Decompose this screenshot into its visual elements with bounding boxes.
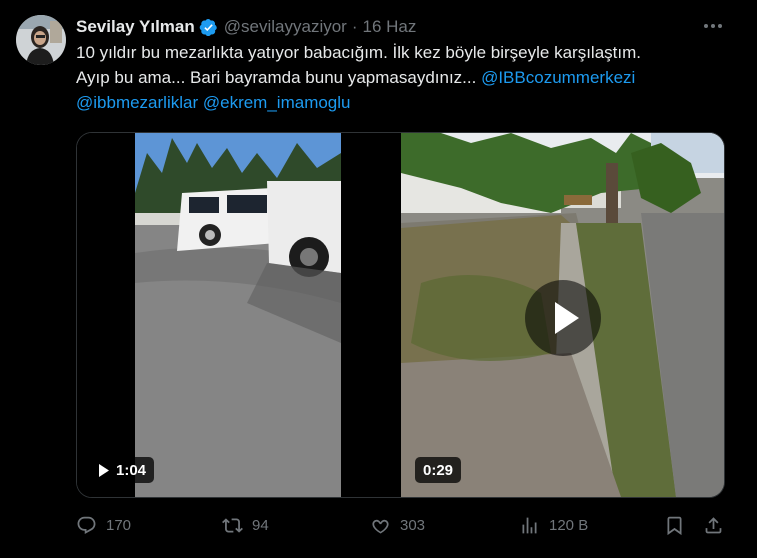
views-count: 120 B <box>549 516 589 534</box>
heart-icon <box>372 519 389 534</box>
mention-link[interactable]: @ekrem_imamoglu <box>203 93 351 112</box>
share-button[interactable] <box>703 510 724 540</box>
repost-button[interactable]: 94 <box>222 510 269 540</box>
video-2-duration[interactable]: 0:29 <box>415 457 462 483</box>
bookmark-button[interactable] <box>664 510 685 540</box>
reply-count: 170 <box>106 516 132 534</box>
avatar[interactable] <box>16 15 66 65</box>
like-button[interactable]: 303 <box>370 510 425 540</box>
video-player-1[interactable]: 1:04 <box>77 133 399 497</box>
tweet-text-fragment: Ayıp bu ama... Bari bayramda bunu yapmas… <box>76 68 482 87</box>
tweet[interactable]: Sevilay Yılman @sevilayyaziyor · 16 Haz … <box>0 0 757 558</box>
duration-label: 0:29 <box>423 461 454 479</box>
share-icon <box>705 516 722 533</box>
video-1-frame <box>77 133 399 497</box>
author-handle[interactable]: @sevilayyaziyor <box>224 17 347 37</box>
tweet-actions: 170 94 303 120 B <box>76 510 736 540</box>
reply-button[interactable]: 170 <box>76 510 131 540</box>
author-name[interactable]: Sevilay Yılman <box>76 17 195 37</box>
reply-icon <box>77 516 96 534</box>
tweet-header: Sevilay Yılman @sevilayyaziyor · 16 Haz <box>76 16 416 38</box>
tweet-text: 10 yıldır bu mezarlıkta yatıyor babacığı… <box>76 40 736 115</box>
tweet-date[interactable]: 16 Haz <box>363 17 417 37</box>
like-count: 303 <box>400 516 426 534</box>
media-grid: 1:04 0:29 <box>76 132 725 498</box>
play-icon <box>99 463 109 477</box>
mention-link[interactable]: @ibbmezarliklar <box>76 93 198 112</box>
repost-icon <box>222 517 243 533</box>
more-options-icon[interactable] <box>700 16 726 36</box>
views-button[interactable]: 120 B <box>519 510 588 540</box>
play-icon <box>555 302 579 334</box>
play-button[interactable] <box>525 280 601 356</box>
video-1-duration[interactable]: 1:04 <box>90 457 155 483</box>
repost-count: 94 <box>252 516 269 534</box>
separator: · <box>351 17 358 36</box>
tweet-text-line: Ayıp bu ama... Bari bayramda bunu yapmas… <box>76 65 736 90</box>
verified-badge-icon <box>199 18 217 36</box>
duration-label: 1:04 <box>116 461 147 479</box>
avatar-image <box>16 15 66 65</box>
analytics-icon <box>522 517 537 533</box>
mention-link[interactable]: @IBBcozummerkezi <box>481 68 635 87</box>
tweet-text-line: @ibbmezarliklar @ekrem_imamoglu <box>76 90 736 115</box>
tweet-text-line: 10 yıldır bu mezarlıkta yatıyor babacığı… <box>76 43 641 62</box>
bookmark-icon <box>667 516 682 535</box>
